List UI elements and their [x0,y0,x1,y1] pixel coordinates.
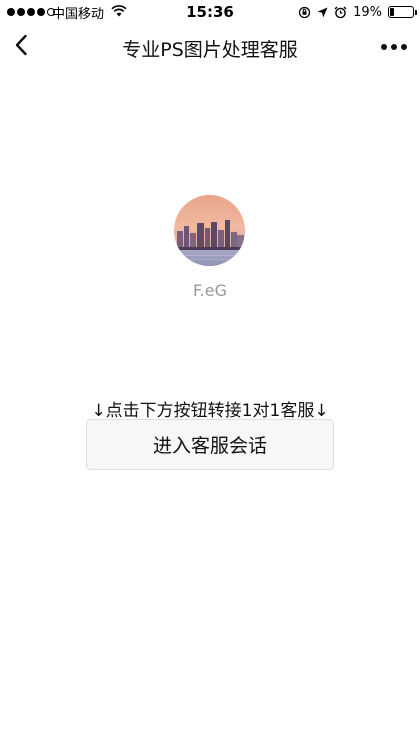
alarm-clock-icon [334,6,347,19]
enter-chat-button[interactable]: 进入客服会话 [86,419,334,470]
nav-bar: 专业PS图片处理客服 [0,24,420,70]
nav-title: 专业PS图片处理客服 [122,39,298,61]
status-bar: 中国移动 15:36 19% [0,0,420,24]
location-arrow-icon [317,7,328,18]
rotation-lock-icon [298,6,311,19]
battery-percent: 19% [353,4,382,20]
more-button[interactable] [378,36,410,58]
city-skyline-avatar [174,195,245,266]
page: 中国移动 15:36 19% 专业PS图片处理客服 F.eG ↓点击下方按钮转接… [0,0,420,747]
profile-name: F.eG [193,281,227,300]
more-dots-icon [381,44,387,50]
battery-level [390,8,394,16]
transfer-hint: ↓点击下方按钮转接1对1客服↓ [91,401,329,421]
back-button[interactable] [6,32,36,62]
chevron-left-icon [14,34,28,60]
battery-icon [388,6,417,18]
profile-avatar [174,195,245,266]
